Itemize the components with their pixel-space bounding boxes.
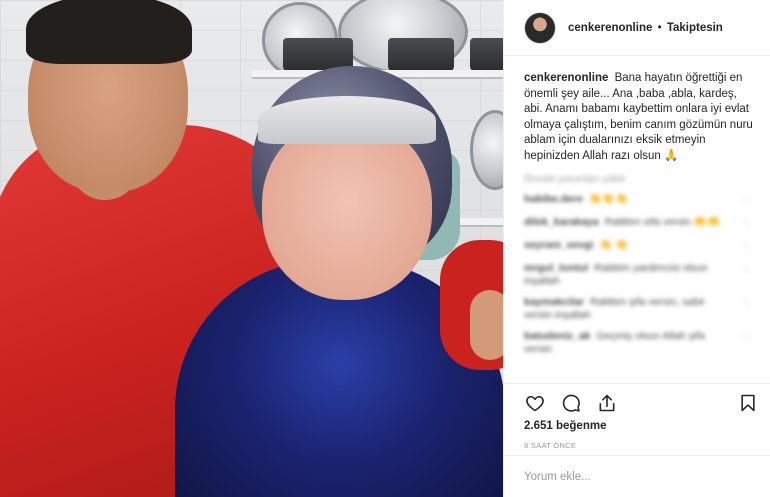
woman-head-band: [258, 96, 436, 144]
comment-username[interactable]: batudeniz_ak: [524, 330, 591, 342]
comment-item: kaymakcilar Rabbim şifa versin, sabir ve…: [524, 296, 755, 322]
man-hand: [470, 290, 503, 360]
post-side-panel: cenkerenonline • Takiptesin cenkerenonli…: [503, 0, 770, 497]
comment-text: Rabbim sifa versin 🤲🤲: [604, 216, 721, 228]
post-actions: 2.651 beğenme 8 SAAT ÖNCE: [504, 383, 770, 450]
avatar[interactable]: [524, 11, 556, 44]
action-icon-row: [524, 388, 759, 418]
like-count[interactable]: 2.651 beğenme: [524, 420, 759, 432]
post-caption: cenkerenonline Bana hayatın öğrettiği en…: [524, 71, 755, 164]
separator-dot: •: [657, 21, 662, 34]
comment-like-icon[interactable]: ♡: [743, 218, 755, 231]
comment-username[interactable]: seyrani_sevgi: [524, 239, 593, 251]
cooking-pot: [470, 38, 503, 72]
comment-item: dilek_karakaya Rabbim sifa versin 🤲🤲 ♡: [524, 216, 755, 231]
comment-like-icon[interactable]: ♡: [743, 241, 755, 254]
comment-like-icon[interactable]: ♡: [743, 264, 755, 277]
comment-like-icon[interactable]: ♡: [743, 195, 755, 208]
comment-text: 👏👏👏: [588, 193, 629, 205]
header-text: cenkerenonline • Takiptesin: [568, 22, 723, 34]
praying-hands-emoji: 🙏: [664, 149, 679, 162]
post-timestamp[interactable]: 8 SAAT ÖNCE: [524, 441, 759, 450]
comment-input[interactable]: [524, 470, 751, 483]
add-comment-bar: [504, 455, 770, 497]
caption-username[interactable]: cenkerenonline: [524, 72, 608, 84]
post-header: cenkerenonline • Takiptesin: [504, 0, 770, 56]
comment-like-icon[interactable]: ♡: [743, 332, 755, 345]
bookmark-icon[interactable]: [737, 392, 759, 414]
comment-username[interactable]: mrgul_tontul: [524, 262, 588, 274]
comment-item: seyrani_sevgi 👏 👏 ♡: [524, 239, 755, 254]
load-more-comments-link[interactable]: Önceki yorumları yükle: [524, 174, 755, 185]
comment-username[interactable]: kaymakcilar: [524, 296, 584, 308]
woman-face: [262, 120, 432, 300]
cooking-pot: [388, 38, 454, 72]
comments-section[interactable]: cenkerenonline Bana hayatın öğrettiği en…: [504, 57, 770, 382]
speech-bubble-icon[interactable]: [560, 392, 582, 414]
share-upload-icon[interactable]: [596, 392, 618, 414]
man-hair: [26, 0, 192, 64]
comment-text: 👏 👏: [599, 239, 629, 251]
caption-text: Bana hayatın öğrettiği en önemli şey ail…: [524, 72, 753, 162]
heart-outline-icon[interactable]: [524, 392, 546, 414]
comment-like-icon[interactable]: ♡: [743, 298, 755, 311]
comment-username[interactable]: dilek_karakaya: [524, 216, 599, 228]
follow-status-button[interactable]: Takiptesin: [667, 22, 723, 34]
comment-item: batudeniz_ak Geçmiş olsun Allah şifa ver…: [524, 330, 755, 356]
comment-item: habibe.dere 👏👏👏 ♡: [524, 193, 755, 208]
username-link[interactable]: cenkerenonline: [568, 22, 652, 34]
comment-username[interactable]: habibe.dere: [524, 193, 583, 205]
blurred-comments: Önceki yorumları yükle habibe.dere 👏👏👏 ♡…: [524, 174, 755, 356]
post-photo[interactable]: [0, 0, 503, 497]
comment-item: mrgul_tontul Rabbim yardimcisi olsun inş…: [524, 262, 755, 288]
